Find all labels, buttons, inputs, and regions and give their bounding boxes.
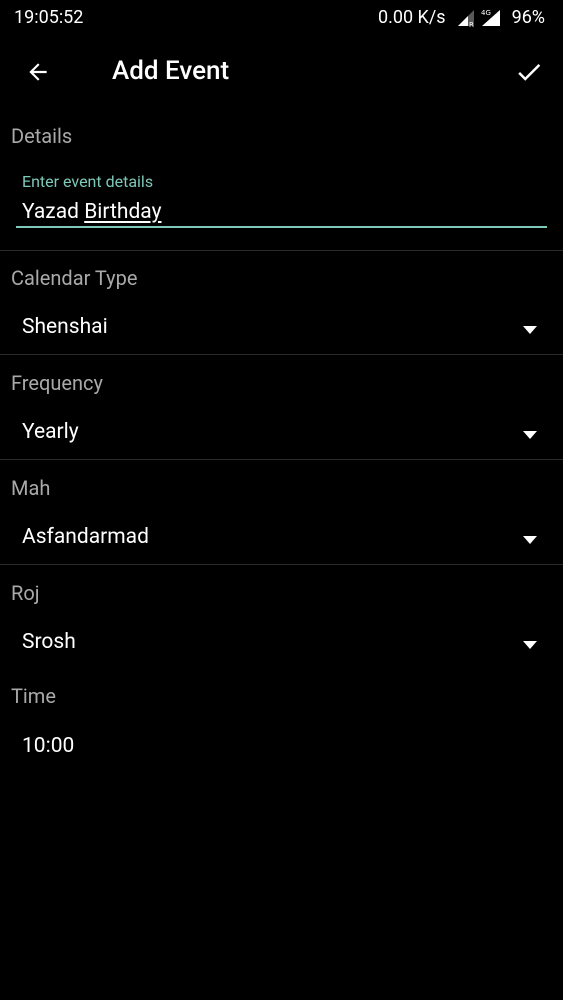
status-time: 19:05:52 [14, 7, 84, 28]
status-indicators: 0.00 K/s R 4G 96% [378, 7, 545, 28]
network-speed: 0.00 K/s [378, 7, 446, 28]
roj-label: Roj [11, 581, 40, 605]
save-button[interactable] [511, 54, 547, 90]
status-bar: 19:05:52 0.00 K/s R 4G 96% [0, 0, 563, 36]
frequency-label: Frequency [11, 371, 103, 395]
dropdown-arrow-icon [523, 641, 537, 649]
mah-dropdown[interactable]: Asfandarmad [0, 515, 563, 565]
mah-value: Asfandarmad [22, 525, 149, 549]
calendar-type-label: Calendar Type [11, 266, 138, 290]
event-details-input[interactable]: Yazad Birthday [22, 200, 162, 224]
calendar-type-value: Shenshai [22, 315, 108, 339]
frequency-value: Yearly [22, 420, 79, 444]
dropdown-arrow-icon [523, 326, 537, 334]
divider [0, 354, 563, 355]
divider [0, 564, 563, 565]
time-picker[interactable]: 10:00 [22, 734, 74, 758]
event-details-underline [16, 226, 547, 228]
divider [0, 459, 563, 460]
signal-roaming-icon: R [456, 8, 476, 28]
battery-level: 96% [511, 7, 545, 28]
page-title: Add Event [112, 56, 230, 86]
check-icon [518, 63, 541, 81]
dropdown-arrow-icon [523, 431, 537, 439]
mah-label: Mah [11, 476, 51, 500]
svg-text:R: R [469, 21, 474, 28]
roj-dropdown[interactable]: Srosh [0, 620, 563, 670]
event-details-word-1: Yazad [22, 200, 79, 224]
svg-text:4G: 4G [481, 9, 491, 17]
signal-4g-icon: 4G [479, 7, 500, 28]
arrow-back-icon [29, 63, 47, 81]
app-bar: Add Event [0, 36, 563, 108]
event-details-hint: Enter event details [22, 172, 154, 191]
calendar-type-dropdown[interactable]: Shenshai [0, 305, 563, 355]
details-label: Details [11, 124, 73, 148]
divider [0, 250, 563, 251]
time-label: Time [11, 684, 56, 708]
frequency-dropdown[interactable]: Yearly [0, 410, 563, 460]
event-details-field[interactable]: Enter event details Yazad Birthday [16, 166, 547, 230]
dropdown-arrow-icon [523, 536, 537, 544]
event-details-word-2: Birthday [84, 200, 162, 224]
back-button[interactable] [20, 54, 56, 90]
roj-value: Srosh [22, 630, 76, 654]
